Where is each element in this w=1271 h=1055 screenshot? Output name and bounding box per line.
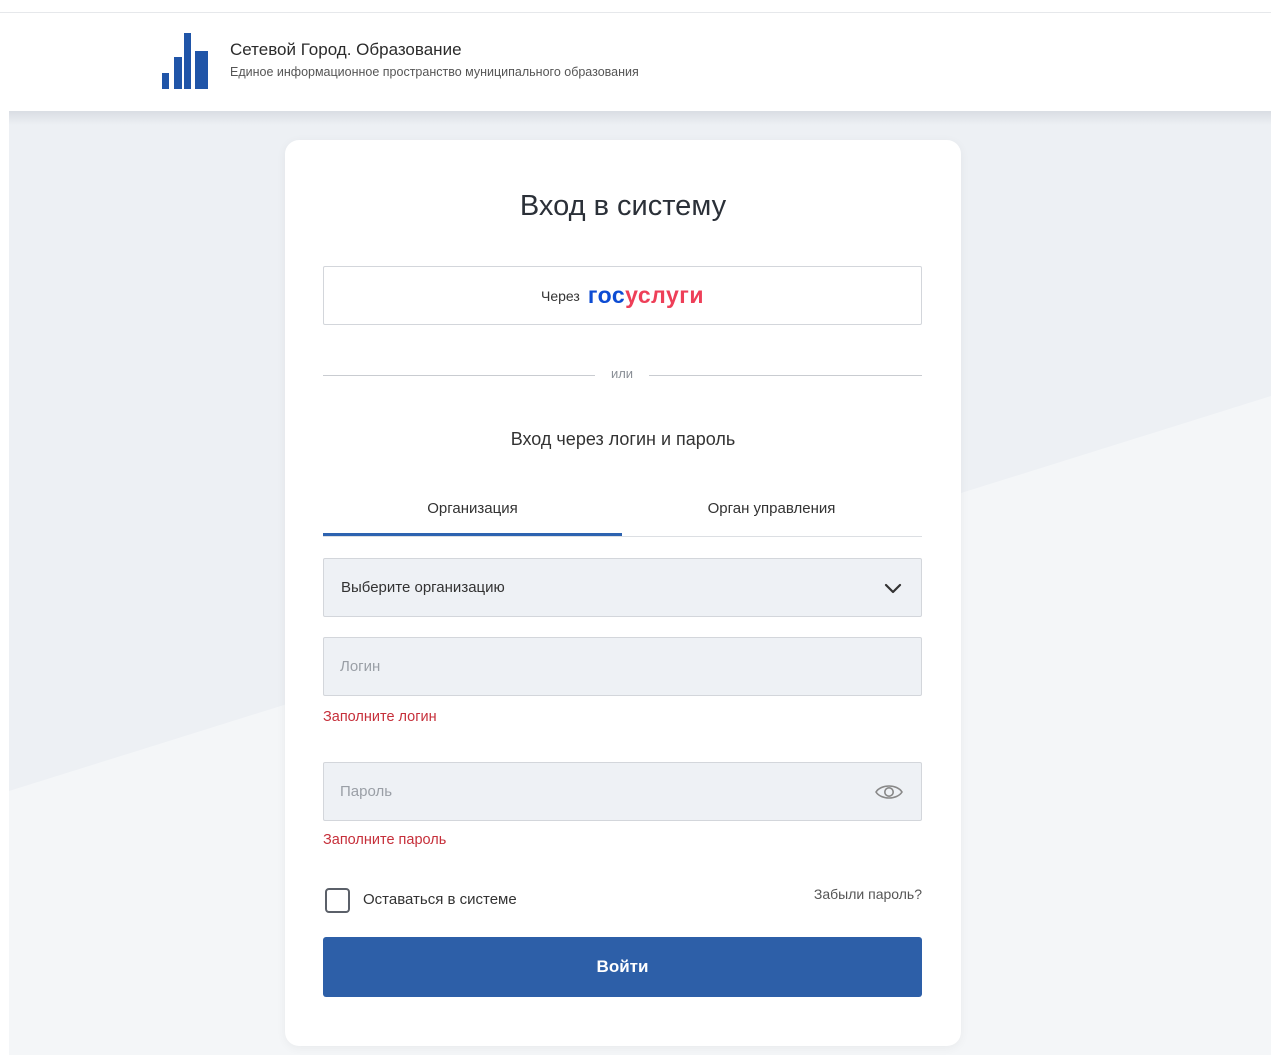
- tab-organization[interactable]: Организация: [323, 486, 622, 536]
- login-title: Вход в систему: [519, 190, 727, 222]
- remember-checkbox[interactable]: [325, 888, 350, 913]
- gosuslugi-logo: госуслуги: [587, 282, 704, 308]
- site-title: Сетевой Город. Образование: [230, 40, 462, 59]
- password-field-wrapper: [323, 762, 922, 821]
- divider-text: или: [610, 366, 634, 381]
- submit-button[interactable]: Войти: [323, 937, 922, 997]
- forgot-password-link[interactable]: Забыли пароль?: [814, 886, 922, 902]
- eye-icon[interactable]: [874, 780, 904, 804]
- remember-label[interactable]: Оставаться в системе: [363, 891, 517, 908]
- gosuslugi-prefix: Через: [541, 287, 580, 304]
- divider-line-left: [323, 375, 595, 376]
- login-subtitle: Вход через логин и пароль: [510, 429, 736, 449]
- divider-line-right: [649, 375, 922, 376]
- site-subtitle: Единое информационное пространство муниц…: [230, 65, 639, 79]
- login-card: Вход в систему Через госуслуги или Вход …: [285, 140, 961, 1046]
- city-logo-icon: [162, 33, 208, 89]
- login-field-wrapper: [323, 637, 922, 696]
- chevron-down-icon: [884, 583, 902, 594]
- organization-select[interactable]: Выберите организацию: [323, 558, 922, 617]
- password-input[interactable]: [324, 763, 921, 820]
- tabs-underline: [323, 536, 922, 537]
- active-tab-indicator: [323, 533, 622, 536]
- login-error: Заполните логин: [323, 709, 437, 725]
- password-error: Заполните пароль: [323, 832, 447, 848]
- tab-management[interactable]: Орган управления: [622, 486, 921, 536]
- gosuslugi-button[interactable]: Через госуслуги: [323, 266, 922, 325]
- organization-select-value: Выберите организацию: [341, 579, 505, 596]
- login-input[interactable]: [324, 638, 921, 695]
